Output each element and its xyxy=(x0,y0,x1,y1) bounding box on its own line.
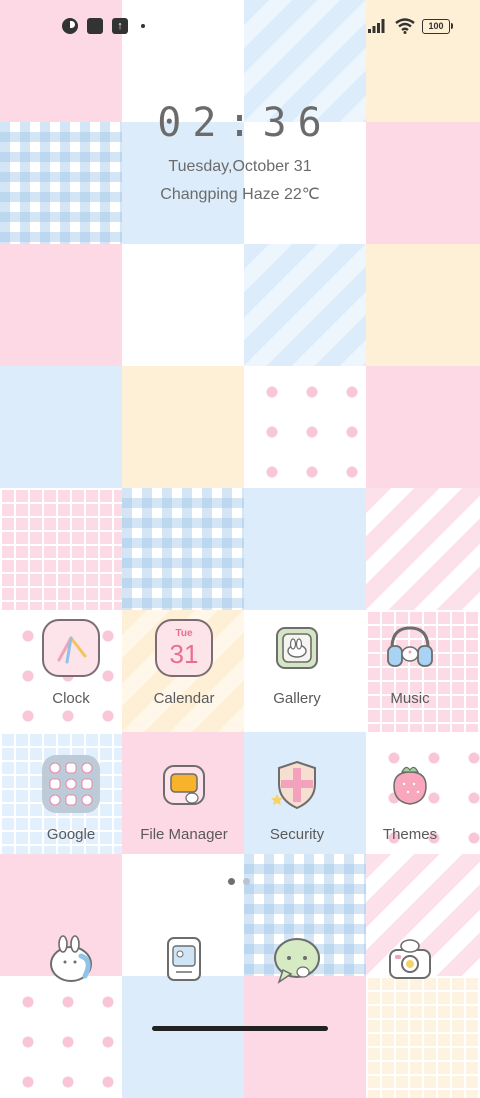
file-manager-icon xyxy=(154,754,214,814)
dock-phone[interactable] xyxy=(10,930,132,990)
app-calendar[interactable]: Tue 31 Calendar xyxy=(123,618,245,707)
page-indicator[interactable] xyxy=(228,878,250,885)
app-music[interactable]: Music xyxy=(349,618,471,707)
upload-icon: ↑ xyxy=(112,18,128,34)
app-google[interactable]: Google xyxy=(10,754,132,843)
app-notification-icon xyxy=(62,18,78,34)
music-icon xyxy=(380,618,440,678)
clock-date[interactable]: Tuesday,October 31 xyxy=(0,158,480,176)
calendar-icon-date: 31 xyxy=(169,639,199,669)
themes-icon xyxy=(380,754,440,814)
clock-widget[interactable]: 02:36 Tuesday,October 31 Changping Haze … xyxy=(0,96,480,204)
app-label: File Manager xyxy=(140,826,228,843)
app-file-manager[interactable]: File Manager xyxy=(123,754,245,843)
battery-icon: 100 xyxy=(422,18,453,34)
google-folder-icon xyxy=(41,754,101,814)
dock-camera[interactable] xyxy=(349,930,471,990)
dock-messages[interactable] xyxy=(236,930,358,990)
dock-contacts[interactable] xyxy=(123,930,245,990)
signal-icon xyxy=(368,19,385,33)
battery-level: 100 xyxy=(428,21,444,31)
camera-icon xyxy=(380,930,440,990)
weather-text[interactable]: Changping Haze 22℃ xyxy=(0,184,480,204)
clock-time[interactable]: 02:36 xyxy=(0,96,480,150)
clock-icon xyxy=(41,618,101,678)
app-gallery[interactable]: Gallery xyxy=(236,618,358,707)
gesture-navigation-bar[interactable] xyxy=(152,1026,328,1031)
page-dot-active xyxy=(228,878,235,885)
app-label: Clock xyxy=(52,690,90,707)
square-notification-icon xyxy=(87,18,103,34)
security-icon xyxy=(267,754,327,814)
more-dot-icon xyxy=(141,24,145,28)
app-label: Gallery xyxy=(273,690,321,707)
app-clock[interactable]: Clock xyxy=(10,618,132,707)
status-bar: ↑ 100 xyxy=(0,0,480,56)
calendar-icon: Tue 31 xyxy=(154,618,214,678)
app-security[interactable]: Security xyxy=(236,754,358,843)
calendar-icon-day: Tue xyxy=(175,628,193,639)
app-themes[interactable]: Themes xyxy=(349,754,471,843)
gallery-icon xyxy=(267,618,327,678)
app-label: Security xyxy=(269,826,325,843)
messages-icon xyxy=(267,930,327,990)
app-label: Google xyxy=(46,826,96,843)
app-label: Themes xyxy=(382,826,438,843)
app-label: Music xyxy=(390,690,430,707)
app-label: Calendar xyxy=(153,690,215,707)
phone-icon xyxy=(41,930,101,990)
wifi-icon xyxy=(395,18,415,34)
page-dot xyxy=(243,878,250,885)
contacts-icon xyxy=(154,930,214,990)
